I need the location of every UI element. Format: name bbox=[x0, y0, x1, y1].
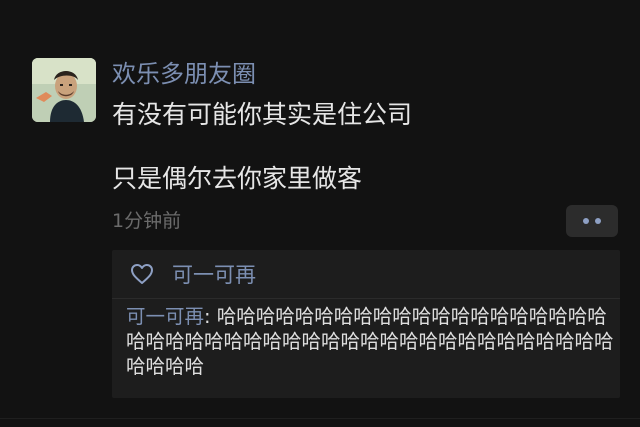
heart-outline-icon bbox=[131, 264, 153, 284]
comment-item[interactable]: 可一可再: 哈哈哈哈哈哈哈哈哈哈哈哈哈哈哈哈哈哈哈哈哈哈哈哈哈哈哈哈哈哈哈哈哈哈… bbox=[126, 304, 616, 379]
feed-divider bbox=[0, 418, 640, 419]
post-text-line-1: 有没有可能你其实是住公司 bbox=[112, 100, 413, 129]
avatar[interactable] bbox=[32, 58, 96, 122]
more-dot-icon bbox=[583, 218, 589, 224]
likes-row: 可一可再 bbox=[130, 258, 256, 290]
comment-separator: : bbox=[204, 305, 217, 328]
liker-name[interactable]: 可一可再 bbox=[172, 259, 256, 289]
post-timestamp: 1分钟前 bbox=[112, 210, 182, 232]
commenter-name[interactable]: 可一可再 bbox=[126, 305, 204, 328]
post-author-name[interactable]: 欢乐多朋友圈 bbox=[112, 58, 256, 90]
interaction-panel: 可一可再 可一可再: 哈哈哈哈哈哈哈哈哈哈哈哈哈哈哈哈哈哈哈哈哈哈哈哈哈哈哈哈哈… bbox=[112, 250, 620, 398]
post-text-line-2: 只是偶尔去你家里做客 bbox=[112, 164, 363, 193]
moments-screen: 欢乐多朋友圈 有没有可能你其实是住公司 只是偶尔去你家里做客 1分钟前 可一可再… bbox=[0, 0, 640, 427]
more-dot-icon bbox=[595, 218, 601, 224]
divider bbox=[112, 298, 620, 299]
avatar-portrait-icon bbox=[32, 58, 96, 122]
like-comment-menu-button[interactable] bbox=[566, 205, 618, 237]
